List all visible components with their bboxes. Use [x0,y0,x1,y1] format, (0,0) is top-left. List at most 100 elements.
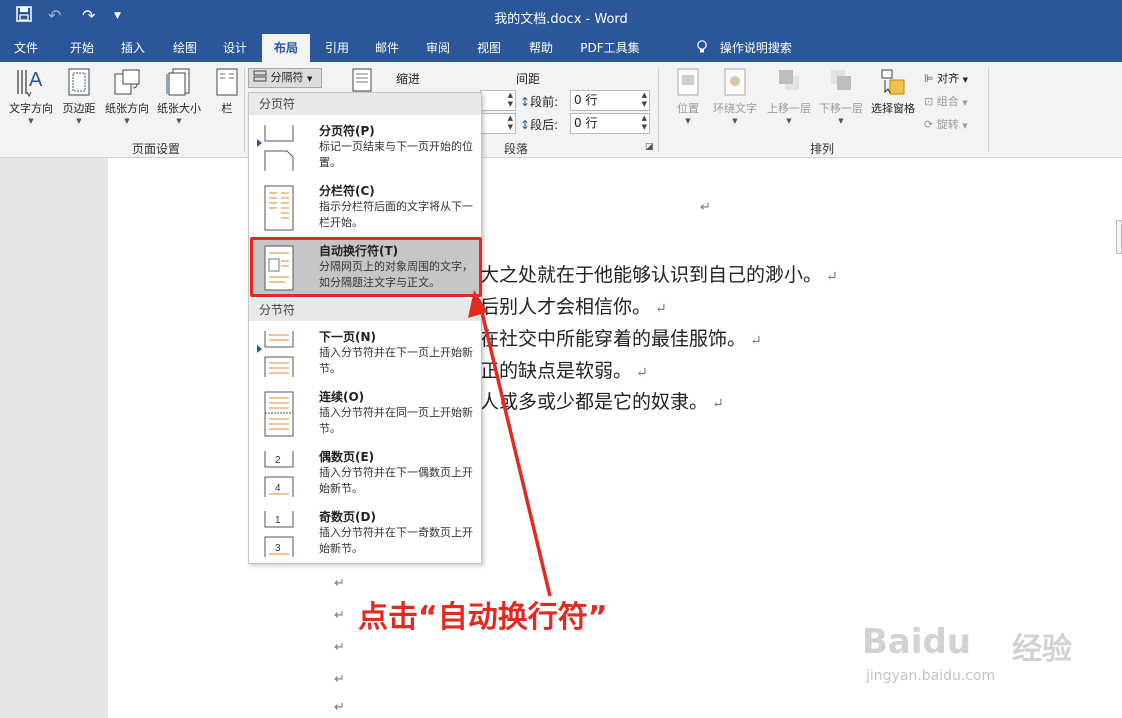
paragraph-dialog-launcher-icon[interactable]: ◪ [645,142,654,152]
send-backward-icon [814,66,868,98]
tab-help[interactable]: 帮助 [518,34,564,62]
even-page-break-icon: 24 [261,449,297,502]
columns-icon [212,66,242,98]
menu-item-odd-page[interactable]: 13 奇数页(D) 插入分节符并在下一奇数页上开始新节。 [251,503,479,561]
jingyan-brand: 经验 [1012,632,1072,667]
hyphenation-icon [344,66,380,94]
spacing-before-input[interactable]: 0 行 ▲ ▼ [570,90,650,111]
section-breaks-header: 分节符 [249,299,481,321]
tab-home[interactable]: 开始 [58,34,106,62]
align-icon: ⊫ [924,72,934,85]
position-button[interactable]: 位置 ▼ [668,66,708,125]
column-break-icon [261,183,297,236]
tab-draw[interactable]: 绘图 [162,34,208,62]
align-button[interactable]: ⊫ 对齐 ▼ [924,70,968,86]
send-backward-label: 下移一层 [819,102,863,115]
svg-text:2: 2 [275,455,281,466]
margins-button[interactable]: 页边距 ▼ [58,66,100,125]
position-icon [668,66,708,98]
group-button[interactable]: ⊡ 组合 ▼ [924,93,968,109]
tab-file[interactable]: 文件 [4,34,48,62]
indent-right-input[interactable]: ▲ ▼ [480,113,516,134]
wrap-text-button[interactable]: 环绕文字 ▼ [708,66,762,125]
tab-references[interactable]: 引用 [314,34,360,62]
tell-me-search[interactable]: 操作说明搜索 [696,34,792,62]
tab-layout[interactable]: 布局 [262,34,310,62]
tab-pdf-tools[interactable]: PDF工具集 [572,34,648,62]
arrange-group-label: 排列 [810,142,835,156]
paragraph-mark: ↵ [334,700,345,715]
indent-left-input[interactable]: ▲ ▼ [480,90,516,111]
paragraph-group-label: 段落 [504,142,529,156]
spacing-after-label: ↕段后: [520,118,559,132]
hyphenation-button[interactable] [344,66,380,94]
window-title: 我的文档.docx - Word [494,12,628,27]
svg-text:3: 3 [275,543,281,554]
group-icon: ⊡ [924,95,934,108]
menu-item-next-page[interactable]: 下一页(N) 插入分节符并在下一页上开始新节。 [251,323,479,381]
page-break-icon [261,123,297,176]
page-breaks-header: 分页符 [249,93,481,115]
tab-mailings[interactable]: 邮件 [364,34,410,62]
spacing-label: 间距 [516,72,541,86]
spacing-icon: ↕ [520,118,531,132]
menu-item-continuous[interactable]: 连续(O) 插入分节符并在同一页上开始新节。 [251,383,479,441]
breaks-button[interactable]: 分隔符 ▼ [248,68,322,88]
continuous-break-icon [261,389,297,442]
rotate-button[interactable]: ⟳ 旋转 ▼ [924,116,968,132]
text-direction-button[interactable]: A 文字方向 ▼ [6,66,56,125]
next-page-break-icon [261,329,297,382]
ribbon: A 文字方向 ▼ 页边距 ▼ 纸张方向 ▼ 纸张大小 ▼ 栏 分隔符 ▼ 页面设… [0,62,1122,158]
paragraph-mark: ↵ [334,608,345,623]
paper-size-icon [154,66,204,98]
spacing-after-input[interactable]: 0 行 ▲ ▼ [570,113,650,134]
tab-design[interactable]: 设计 [212,34,258,62]
size-label: 纸张大小 [157,102,201,115]
orientation-button[interactable]: 纸张方向 ▼ [102,66,152,125]
paragraph-mark: ↵ [700,200,711,215]
page-setup-group-label: 页面设置 [132,142,181,156]
margins-icon [58,66,100,98]
orientation-icon [102,66,152,98]
breaks-dropdown-menu: 分页符 分页符(P) 标记一页结束与下一页开始的位置。 分栏符(C) 指示分栏符… [248,92,482,564]
paragraph-mark: ↵ [334,672,345,687]
bring-forward-label: 上移一层 [767,102,811,115]
doc-line-1: 大之处就在于他能够认识到自己的渺小。 ↵ [480,264,838,286]
tab-review[interactable]: 审阅 [414,34,462,62]
scrollbar-thumb[interactable] [1116,220,1122,254]
rotate-icon: ⟳ [924,118,934,131]
paragraph-mark: ↵ [334,576,345,591]
columns-label: 栏 [221,102,233,115]
selection-pane-label: 选择窗格 [871,102,915,115]
bring-forward-button[interactable]: 上移一层 ▼ [762,66,816,125]
send-backward-button[interactable]: 下移一层 ▼ [814,66,868,125]
left-gutter [0,158,108,718]
size-button[interactable]: 纸张大小 ▼ [154,66,204,125]
spacing-icon: ↕ [520,95,531,109]
doc-line-5: 人或多或少都是它的奴隶。 ↵ [480,391,724,413]
columns-button[interactable]: 栏 [212,66,242,116]
doc-line-4: 正的缺点是软弱。 ↵ [480,360,648,382]
breaks-icon [253,70,267,84]
svg-text:1: 1 [275,515,281,526]
spacing-before-label: ↕段前: [520,95,559,109]
svg-text:A: A [29,69,43,91]
text-direction-icon: A [6,66,56,98]
indent-label: 缩进 [396,72,421,86]
tab-insert[interactable]: 插入 [110,34,156,62]
lightbulb-icon [696,40,712,55]
watermark-url: jingyan.baidu.com [866,668,996,684]
breaks-label: 分隔符 [270,71,304,84]
orientation-label: 纸张方向 [105,102,149,115]
svg-text:4: 4 [275,483,281,494]
text-direction-label: 文字方向 [9,102,53,115]
selection-pane-button[interactable]: 选择窗格 [866,66,920,116]
wrap-text-icon [708,66,762,98]
menu-item-column-break[interactable]: 分栏符(C) 指示分栏符后面的文字将从下一栏开始。 [251,177,479,235]
tab-view[interactable]: 视图 [466,34,512,62]
margins-label: 页边距 [62,102,96,115]
menu-item-page-break[interactable]: 分页符(P) 标记一页结束与下一页开始的位置。 [251,117,479,175]
doc-line-2: 后别人才会相信你。 ↵ [480,296,667,318]
menu-item-even-page[interactable]: 24 偶数页(E) 插入分节符并在下一偶数页上开始新节。 [251,443,479,501]
title-bar: ↶ ↷ ▼ 我的文档.docx - Word [0,0,1122,34]
